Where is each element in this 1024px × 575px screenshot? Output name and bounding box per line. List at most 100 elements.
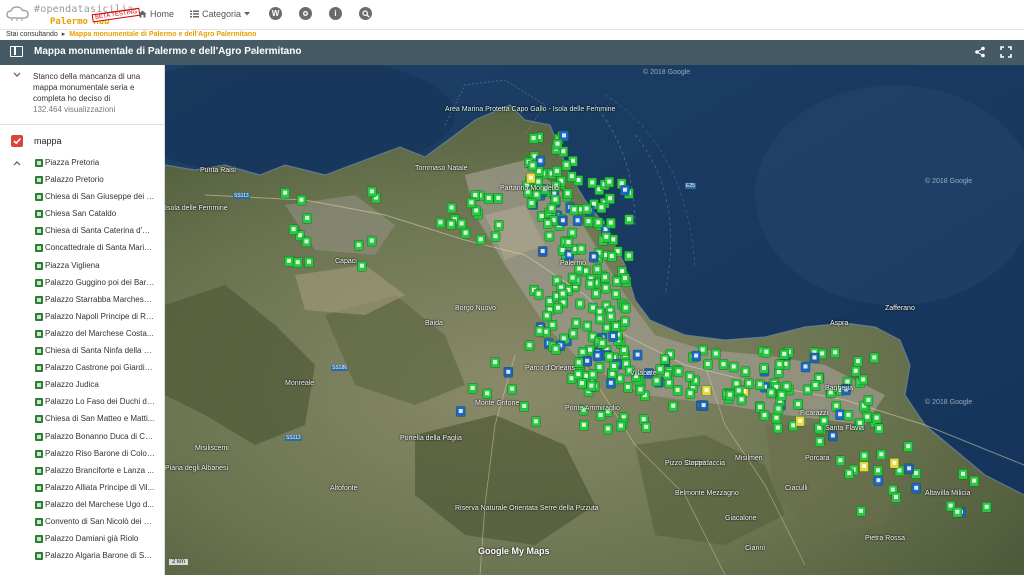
- monument-marker[interactable]: [581, 203, 592, 215]
- monument-marker[interactable]: [476, 234, 486, 246]
- monument-marker[interactable]: [876, 449, 886, 460]
- monument-marker[interactable]: [871, 413, 882, 424]
- sidebar-toggle-icon[interactable]: [10, 46, 23, 57]
- monument-marker[interactable]: [562, 188, 573, 200]
- monument-marker[interactable]: [597, 338, 607, 349]
- monument-marker[interactable]: [288, 224, 299, 235]
- monument-marker[interactable]: [958, 469, 968, 480]
- monument-marker[interactable]: [533, 288, 544, 300]
- monument-marker[interactable]: [482, 388, 492, 399]
- monument-marker[interactable]: [685, 388, 695, 399]
- map-canvas[interactable]: Area Marina Protetta Capo Gallo - Isola …: [165, 65, 1024, 575]
- monument-marker[interactable]: [460, 227, 471, 239]
- monument-marker[interactable]: [605, 193, 615, 205]
- monument-marker[interactable]: [830, 347, 840, 358]
- monument-marker[interactable]: [435, 217, 446, 229]
- monument-marker[interactable]: [493, 193, 503, 204]
- monument-marker[interactable]: [284, 256, 294, 267]
- nav-home[interactable]: Home: [138, 9, 174, 19]
- monument-marker[interactable]: [621, 302, 631, 314]
- breadcrumb-current[interactable]: Mappa monumentale di Palermo e dell'Agro…: [69, 31, 256, 38]
- list-item[interactable]: Piazza Pretoria: [0, 155, 164, 172]
- site-logo[interactable]: #opendatasicilia Palermo Hub BETA TESTIN…: [4, 2, 141, 29]
- monument-marker[interactable]: [771, 413, 782, 424]
- monument-marker[interactable]: [582, 320, 592, 332]
- monument-marker[interactable]: [552, 166, 562, 177]
- monument-marker[interactable]: [574, 357, 584, 368]
- monument-marker[interactable]: [546, 203, 557, 214]
- monument-marker[interactable]: [588, 369, 598, 381]
- monument-marker[interactable]: [589, 251, 599, 263]
- monument-marker[interactable]: [583, 216, 594, 227]
- chevron-down-icon[interactable]: [13, 72, 21, 78]
- monument-marker[interactable]: [503, 367, 513, 378]
- monument-marker[interactable]: [579, 420, 589, 431]
- monument-marker[interactable]: [736, 394, 747, 406]
- list-item[interactable]: Palazzo del Marchese Ugo d...: [0, 497, 164, 514]
- monument-marker[interactable]: [542, 310, 552, 322]
- monument-marker[interactable]: [800, 361, 811, 373]
- monument-marker[interactable]: [526, 198, 537, 209]
- monument-marker[interactable]: [519, 401, 529, 412]
- monument-marker[interactable]: [526, 172, 536, 184]
- monument-marker[interactable]: [606, 311, 616, 323]
- google-my-maps-logo[interactable]: Google My Maps: [478, 546, 550, 556]
- monument-marker[interactable]: [304, 256, 314, 268]
- monument-marker[interactable]: [673, 366, 684, 377]
- monument-marker[interactable]: [815, 436, 825, 447]
- monument-marker[interactable]: [366, 235, 377, 247]
- monument-marker[interactable]: [456, 406, 466, 417]
- list-item[interactable]: Palazzo del Marchese Costa...: [0, 326, 164, 343]
- monument-marker[interactable]: [608, 331, 618, 342]
- monument-marker[interactable]: [490, 357, 500, 368]
- monument-marker[interactable]: [668, 401, 678, 412]
- monument-marker[interactable]: [744, 378, 754, 389]
- list-item[interactable]: Palazzo Damiani già Riolo: [0, 531, 164, 548]
- monument-marker[interactable]: [863, 395, 874, 406]
- monument-marker[interactable]: [624, 250, 634, 262]
- monument-marker[interactable]: [620, 316, 630, 327]
- list-item[interactable]: Palazzo Alliata Principe di Vil...: [0, 480, 164, 497]
- monument-marker[interactable]: [576, 243, 586, 255]
- monument-marker[interactable]: [507, 384, 517, 395]
- monument-marker[interactable]: [853, 356, 863, 367]
- monument-marker[interactable]: [571, 317, 581, 329]
- monument-marker[interactable]: [552, 138, 563, 150]
- monument-marker[interactable]: [703, 359, 713, 370]
- list-item[interactable]: Palazzo Lo Faso dei Duchi di ...: [0, 394, 164, 411]
- monument-marker[interactable]: [843, 410, 854, 421]
- monument-marker[interactable]: [835, 409, 845, 420]
- monument-marker[interactable]: [685, 371, 695, 382]
- list-item[interactable]: Palazzo Algaria Barone di Sa...: [0, 548, 164, 565]
- monument-marker[interactable]: [874, 423, 884, 434]
- monument-marker[interactable]: [569, 204, 579, 216]
- list-item[interactable]: Palazzo Branciforte e Lanza ...: [0, 463, 164, 480]
- wordpress-icon[interactable]: W: [269, 7, 283, 20]
- monument-marker[interactable]: [711, 348, 721, 360]
- monument-marker[interactable]: [484, 193, 494, 204]
- monument-marker[interactable]: [641, 422, 651, 433]
- monument-marker[interactable]: [524, 340, 535, 351]
- monument-marker[interactable]: [280, 187, 290, 199]
- monument-marker[interactable]: [353, 240, 364, 251]
- monument-marker[interactable]: [759, 410, 770, 421]
- monument-marker[interactable]: [873, 465, 883, 476]
- monument-marker[interactable]: [596, 410, 606, 421]
- monument-marker[interactable]: [586, 380, 597, 392]
- monument-marker[interactable]: [969, 476, 979, 487]
- monument-marker[interactable]: [718, 359, 729, 370]
- monument-marker[interactable]: [535, 155, 546, 167]
- monument-marker[interactable]: [952, 507, 963, 518]
- monument-marker[interactable]: [572, 215, 583, 227]
- satellite-map-background[interactable]: [165, 65, 1024, 575]
- monument-marker[interactable]: [595, 313, 605, 325]
- monument-marker[interactable]: [591, 288, 601, 300]
- monument-marker[interactable]: [859, 461, 869, 472]
- monument-marker[interactable]: [612, 276, 622, 287]
- monument-marker[interactable]: [528, 133, 539, 144]
- fullscreen-icon[interactable]: [1000, 46, 1012, 58]
- monument-marker[interactable]: [828, 430, 838, 442]
- monument-marker[interactable]: [869, 352, 879, 364]
- monument-marker[interactable]: [856, 506, 866, 517]
- monument-marker[interactable]: [596, 202, 607, 214]
